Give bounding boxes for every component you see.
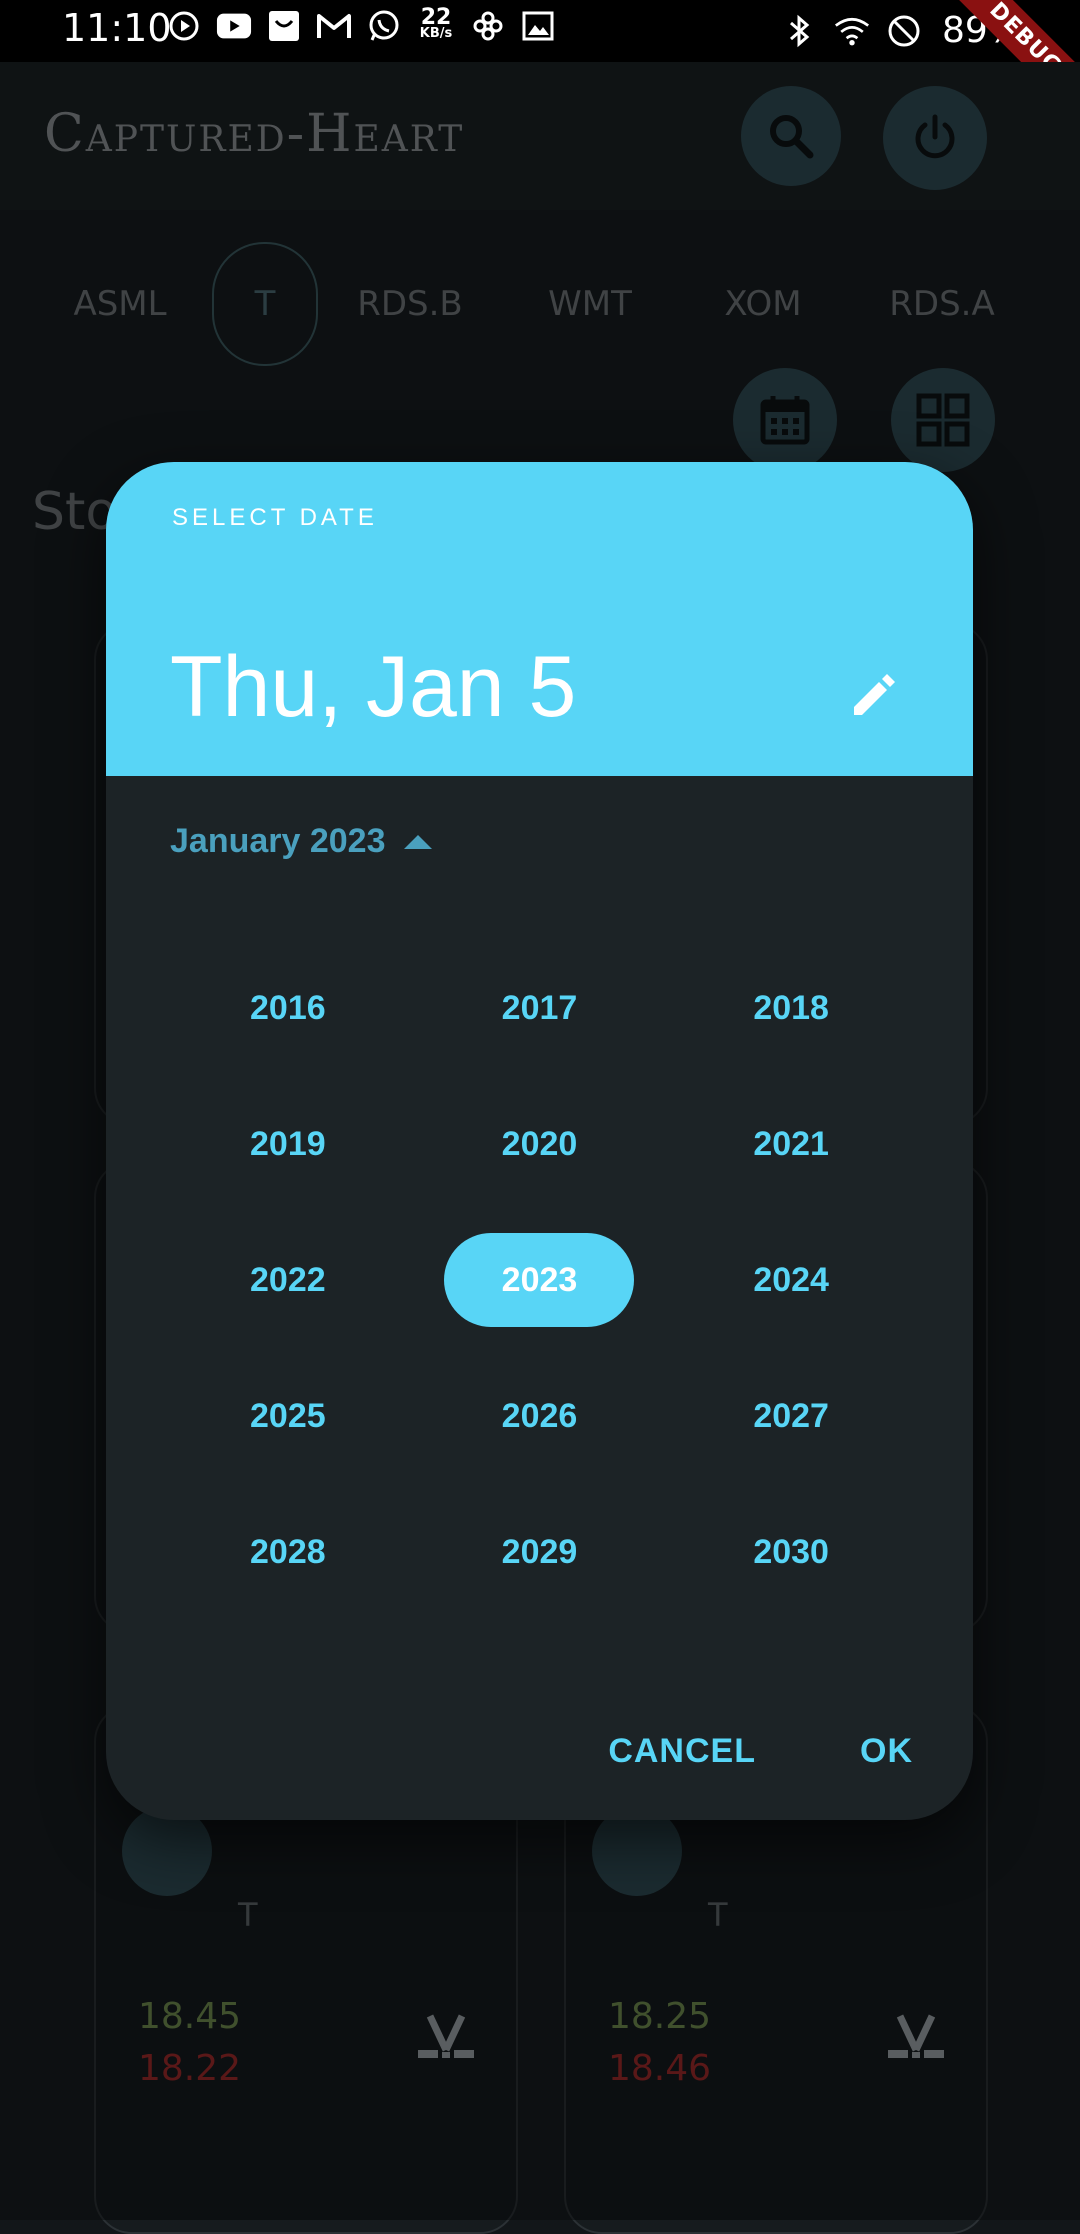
year-grid: 2016 2017 2018 2019 2020 2021 2022 2023 … [162,940,917,1620]
cancel-button[interactable]: CANCEL [608,1732,756,1771]
ok-button[interactable]: OK [860,1732,913,1771]
media-play-icon [166,8,202,44]
bluetooth-icon [782,13,818,49]
year-option-selected[interactable]: 2023 [414,1212,666,1348]
year-option[interactable]: 2028 [162,1484,414,1620]
year-option[interactable]: 2017 [414,940,666,1076]
year-option[interactable]: 2021 [665,1076,917,1212]
date-picker-help-text: SELECT DATE [172,504,378,531]
year-option[interactable]: 2020 [414,1076,666,1212]
selected-date: Thu, Jan 5 [170,639,577,735]
wifi-icon [834,13,870,49]
year-option[interactable]: 2022 [162,1212,414,1348]
whatsapp-icon [366,8,402,44]
year-option[interactable]: 2026 [414,1348,666,1484]
year-option[interactable]: 2019 [162,1076,414,1212]
network-speed: 22 KB/s [419,5,453,42]
gmail-icon [316,8,352,44]
year-option[interactable]: 2025 [162,1348,414,1484]
notification-icons: 22 KB/s [166,5,556,44]
gallery-icon [520,8,556,44]
status-bar: 11:10 22 KB/s 89% DEBUG [0,0,1080,131]
date-picker-header: SELECT DATE Thu, Jan 5 [106,462,973,776]
dialog-actions: CANCEL OK [608,1732,913,1771]
year-option[interactable]: 2024 [665,1212,917,1348]
status-time: 11:10 [62,6,172,50]
caret-up-icon [403,834,432,849]
year-option[interactable]: 2016 [162,940,414,1076]
youtube-icon [216,8,252,44]
month-year-label: January 2023 [170,822,386,860]
year-option[interactable]: 2027 [665,1348,917,1484]
shopping-bag-icon [266,8,302,44]
do-not-disturb-icon [886,13,922,49]
year-option[interactable]: 2029 [414,1484,666,1620]
month-year-toggle[interactable]: January 2023 [170,822,432,861]
edit-pencil-icon[interactable] [846,667,902,723]
year-option[interactable]: 2018 [665,940,917,1076]
year-option[interactable]: 2030 [665,1484,917,1620]
pinwheel-icon [470,8,506,44]
date-picker-dialog: SELECT DATE Thu, Jan 5 January 2023 2016… [106,462,973,1820]
